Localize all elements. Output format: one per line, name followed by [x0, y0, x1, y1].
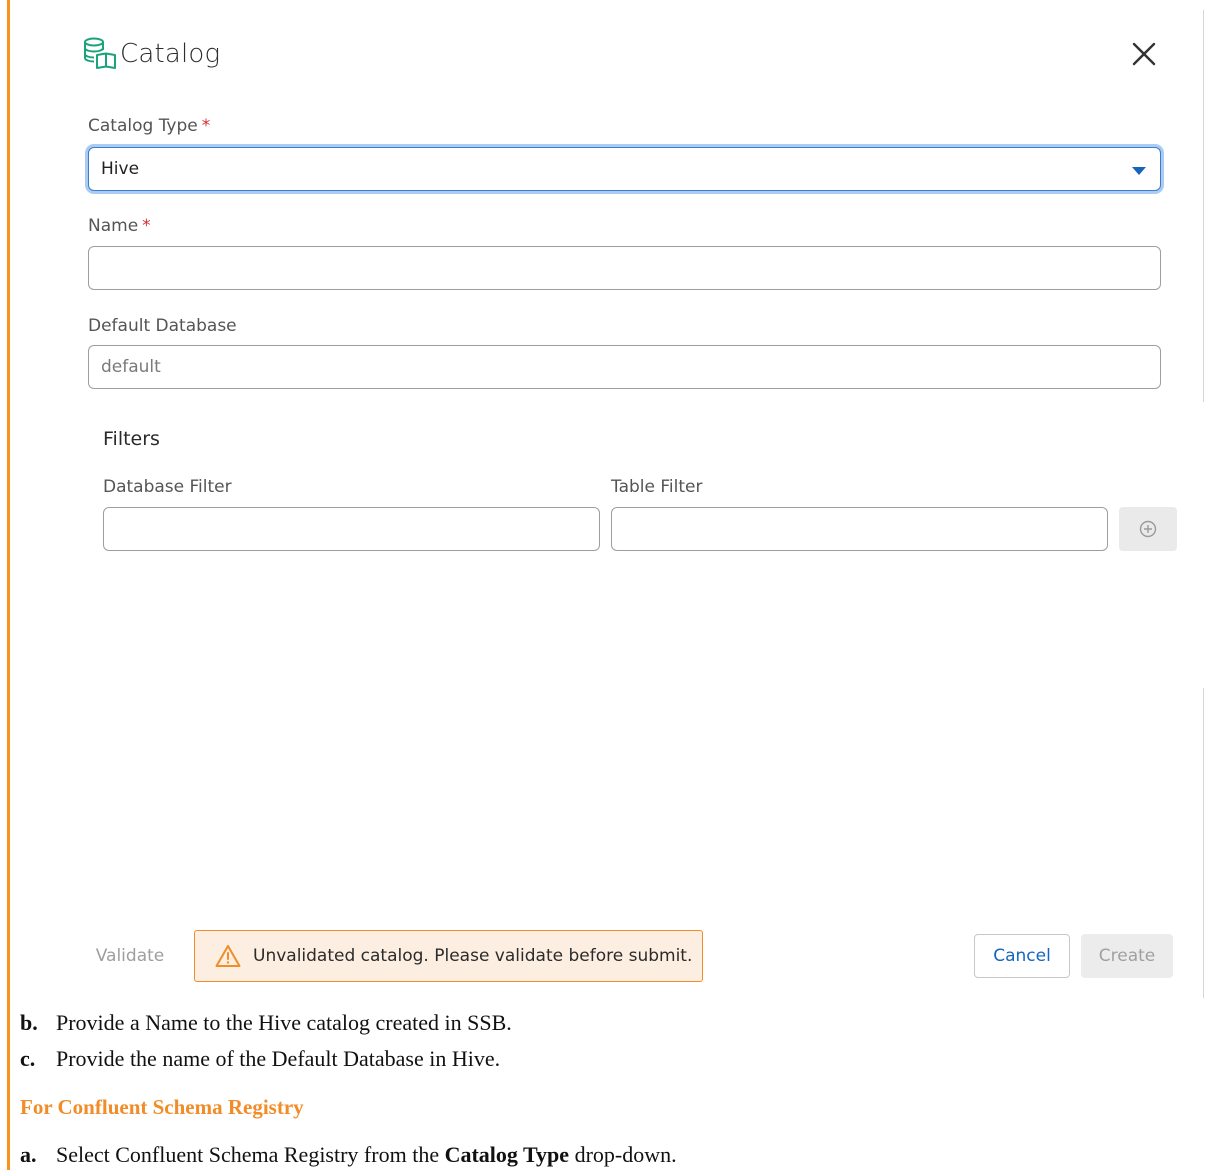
doc-step-a: a. Select Confluent Schema Registry from … — [20, 1142, 677, 1168]
warning-icon — [215, 945, 241, 967]
table-filter-label: Table Filter — [611, 477, 703, 497]
validation-warning: Unvalidated catalog. Please validate bef… — [194, 930, 703, 982]
name-label-text: Name — [88, 216, 139, 236]
add-filter-button[interactable] — [1119, 507, 1177, 551]
dialog-title: Catalog — [120, 39, 221, 69]
step-marker: b. — [20, 1010, 38, 1035]
dialog-header: Catalog — [82, 34, 220, 74]
doc-section-heading: For Confluent Schema Registry — [20, 1095, 304, 1119]
step-marker: a. — [20, 1142, 37, 1167]
dialog-right-border — [1203, 688, 1204, 998]
catalog-type-select[interactable]: Hive — [88, 147, 1161, 191]
filters-title: Filters — [103, 428, 160, 450]
doc-step-c: c. Provide the name of the Default Databa… — [20, 1046, 500, 1072]
document-left-border — [7, 0, 10, 1170]
database-filter-label: Database Filter — [103, 477, 232, 497]
required-marker: * — [201, 116, 211, 136]
catalog-icon — [84, 37, 116, 69]
doc-step-b: b. Provide a Name to the Hive catalog cre… — [20, 1010, 512, 1036]
cancel-button[interactable]: Cancel — [974, 934, 1070, 978]
plus-circle-icon — [1139, 520, 1157, 538]
name-label: Name * — [88, 216, 151, 236]
default-database-label: Default Database — [88, 316, 237, 336]
step-text-after: drop-down. — [574, 1142, 677, 1167]
step-text-bold: Catalog Type — [444, 1142, 570, 1167]
name-input[interactable] — [88, 246, 1161, 290]
catalog-type-label-text: Catalog Type — [88, 116, 198, 136]
close-icon[interactable] — [1128, 38, 1160, 70]
dialog-right-border — [1203, 10, 1204, 402]
required-marker: * — [142, 216, 151, 236]
catalog-type-label: Catalog Type * — [88, 116, 210, 136]
chevron-down-icon — [1132, 167, 1146, 175]
table-filter-input[interactable] — [611, 507, 1108, 551]
database-filter-input[interactable] — [103, 507, 600, 551]
step-text: Provide a Name to the Hive catalog creat… — [56, 1010, 512, 1035]
catalog-type-selected-value: Hive — [101, 159, 140, 179]
default-database-input[interactable] — [88, 345, 1161, 389]
validate-button[interactable]: Validate — [80, 936, 180, 976]
warning-text: Unvalidated catalog. Please validate bef… — [253, 946, 693, 966]
create-button[interactable]: Create — [1081, 934, 1173, 978]
step-marker: c. — [20, 1046, 36, 1071]
step-text: Provide the name of the Default Database… — [56, 1046, 501, 1071]
step-text-before: Select Confluent Schema Registry from th… — [56, 1142, 440, 1167]
